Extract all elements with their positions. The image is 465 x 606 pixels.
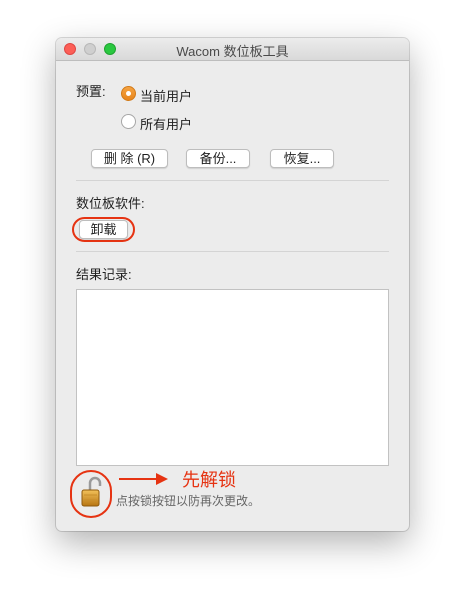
title-bar[interactable]: Wacom 数位板工具 <box>56 38 409 61</box>
lock-icon[interactable] <box>80 475 104 509</box>
lock-hint-text: 点按锁按钮以防再次更改。 <box>116 494 261 508</box>
preset-label: 预置: <box>76 84 106 99</box>
tablet-software-label: 数位板软件: <box>76 196 145 211</box>
annotation-text: 先解锁 <box>182 470 236 490</box>
annotation-arrow <box>119 478 157 480</box>
radio-all-users-label[interactable]: 所有用户 <box>140 114 192 133</box>
delete-button[interactable]: 删 除 (R) <box>91 149 168 168</box>
log-label: 结果记录: <box>76 267 132 282</box>
uninstall-button[interactable]: 卸载 <box>79 220 128 239</box>
wacom-utility-window: Wacom 数位板工具 预置: 当前用户 所有用户 删 除 (R) 备份... … <box>56 38 409 531</box>
separator <box>76 180 389 181</box>
backup-button[interactable]: 备份... <box>186 149 250 168</box>
separator <box>76 251 389 252</box>
radio-selected-indicator[interactable] <box>121 86 136 101</box>
restore-button[interactable]: 恢复... <box>270 149 334 168</box>
radio-current-user-label[interactable]: 当前用户 <box>140 86 192 105</box>
window-title: Wacom 数位板工具 <box>176 44 289 59</box>
radio-unselected-indicator[interactable] <box>121 114 136 129</box>
annotation-arrow-head <box>156 473 168 485</box>
log-textarea[interactable] <box>76 289 389 466</box>
